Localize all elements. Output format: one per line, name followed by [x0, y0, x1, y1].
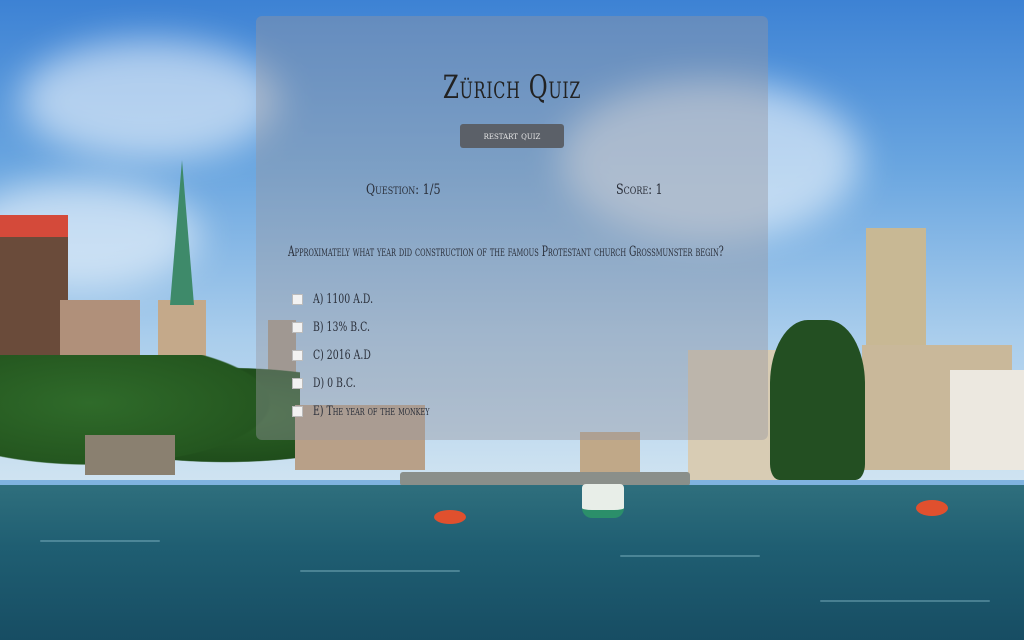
answer-option[interactable]: B) 13% B.C. [292, 317, 392, 337]
wave [820, 600, 990, 602]
answer-label: A) 1100 A.D. [313, 291, 374, 307]
buoy [916, 500, 948, 516]
quiz-title: Zürich Quiz [442, 68, 582, 106]
score-display: Score: 1 [616, 182, 663, 198]
cloud [20, 40, 280, 160]
answer-checkbox[interactable] [292, 293, 303, 305]
answer-checkbox[interactable] [292, 321, 303, 333]
answer-checkbox[interactable] [292, 349, 303, 361]
boat [582, 484, 624, 518]
restart-quiz-button[interactable]: restart quiz [460, 124, 564, 148]
answer-option[interactable]: C) 2016 A.D [292, 345, 393, 365]
tree [770, 320, 865, 480]
wave [300, 570, 460, 572]
quiz-panel: Zürich Quiz restart quiz Question: 1/5 S… [256, 16, 768, 440]
answer-option[interactable]: E) The year of the monkey [292, 401, 475, 421]
wave [620, 555, 760, 557]
scaffold-roof [0, 215, 68, 237]
buoy [434, 510, 466, 524]
answer-option[interactable]: D) 0 B.C. [292, 373, 372, 393]
answer-label: B) 13% B.C. [313, 319, 370, 335]
bridge [400, 472, 690, 486]
answer-label: E) The year of the monkey [313, 403, 430, 419]
question-counter: Question: 1/5 [366, 182, 441, 198]
question-text: Approximately what year did construction… [288, 244, 724, 260]
answer-label: D) 0 B.C. [313, 375, 356, 391]
building [950, 370, 1024, 470]
pavilion [85, 435, 175, 475]
answer-checkbox[interactable] [292, 377, 303, 389]
scaffold-building [0, 215, 68, 365]
answer-label: C) 2016 A.D [313, 347, 371, 363]
wave [40, 540, 160, 542]
river [0, 485, 1024, 640]
answer-checkbox[interactable] [292, 405, 303, 417]
answer-option[interactable]: A) 1100 A.D. [292, 289, 396, 309]
